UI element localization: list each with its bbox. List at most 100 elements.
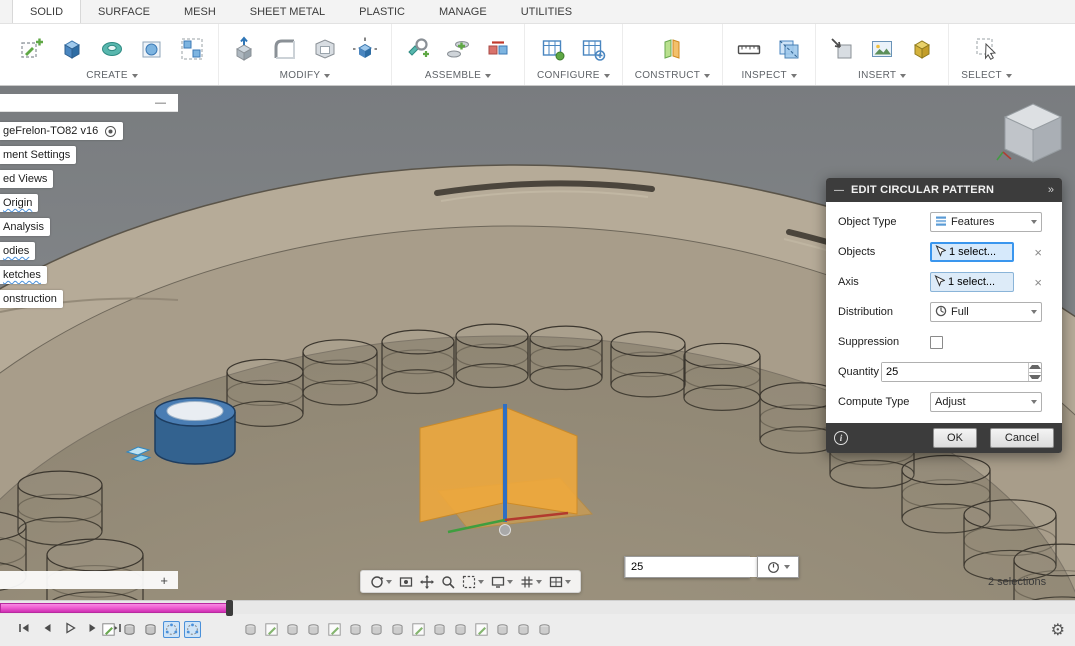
insert-menu[interactable]: INSERT bbox=[858, 68, 906, 82]
tab-plastic[interactable]: PLASTIC bbox=[342, 0, 422, 23]
create-sketch-icon[interactable] bbox=[18, 35, 46, 63]
tab-solid[interactable]: SOLID bbox=[12, 0, 81, 23]
orbit-icon[interactable] bbox=[370, 575, 392, 589]
timeline-feature-sketch[interactable] bbox=[410, 621, 427, 638]
timeline-feature-feature[interactable] bbox=[389, 621, 406, 638]
modify-menu[interactable]: MODIFY bbox=[280, 68, 331, 82]
browser-item-named-views[interactable]: ed Views bbox=[0, 170, 53, 188]
timeline-feature-sketch[interactable] bbox=[473, 621, 490, 638]
tab-utilities[interactable]: UTILITIES bbox=[504, 0, 589, 23]
primitive-icon[interactable] bbox=[138, 35, 166, 63]
axis-clear-icon[interactable]: × bbox=[1034, 276, 1042, 289]
browser-item-document-settings[interactable]: ment Settings bbox=[0, 146, 76, 164]
rectangular-pattern-icon[interactable] bbox=[178, 35, 206, 63]
timeline-feature-sketch[interactable] bbox=[100, 621, 117, 638]
quantity-increment-button[interactable] bbox=[1029, 363, 1041, 372]
view-cube[interactable] bbox=[995, 96, 1071, 172]
quantity-input[interactable] bbox=[882, 363, 1028, 381]
timeline-feature-feature[interactable] bbox=[121, 621, 138, 638]
shell-icon[interactable] bbox=[311, 35, 339, 63]
selected-cylinder-feature[interactable] bbox=[155, 398, 235, 464]
dialog-collapse-icon[interactable]: — bbox=[834, 185, 844, 196]
timeline-step-back-button[interactable] bbox=[41, 622, 53, 634]
origin-handle[interactable] bbox=[500, 525, 511, 536]
quantity-decrement-button[interactable] bbox=[1029, 372, 1041, 382]
move-copy-icon[interactable] bbox=[351, 35, 379, 63]
zoom-window-icon[interactable] bbox=[462, 575, 484, 589]
timeline-feature-pattern[interactable] bbox=[184, 621, 201, 638]
timeline-play-button[interactable] bbox=[64, 622, 76, 634]
dialog-overflow-icon[interactable]: » bbox=[1048, 184, 1054, 196]
timeline-feature-feature[interactable] bbox=[142, 621, 159, 638]
timeline-feature-pattern[interactable] bbox=[163, 621, 180, 638]
joint-icon[interactable] bbox=[444, 35, 472, 63]
timeline-feature-feature[interactable] bbox=[368, 621, 385, 638]
timeline-settings-gear-icon[interactable]: ⚙ bbox=[1051, 620, 1065, 640]
press-pull-icon[interactable] bbox=[231, 35, 259, 63]
pattern-type-dropdown[interactable] bbox=[757, 556, 799, 578]
browser-header[interactable]: — bbox=[0, 94, 178, 112]
rigid-group-icon[interactable] bbox=[484, 35, 512, 63]
timeline-feature-feature[interactable] bbox=[515, 621, 532, 638]
timeline-selection-range[interactable] bbox=[0, 603, 230, 613]
timeline-skip-start-button[interactable] bbox=[18, 622, 30, 634]
look-at-icon[interactable] bbox=[399, 575, 413, 589]
select-cursor-icon[interactable] bbox=[973, 35, 1001, 63]
browser-item-construction[interactable]: onstruction bbox=[0, 290, 63, 308]
select-menu[interactable]: SELECT bbox=[961, 68, 1012, 82]
canvas-quantity-input[interactable] bbox=[626, 557, 773, 577]
timeline-feature-feature[interactable] bbox=[452, 621, 469, 638]
timeline-feature-feature[interactable] bbox=[305, 621, 322, 638]
model-viewport[interactable]: — geFrelon-TO82 v16 ment Settings ed Vie… bbox=[0, 86, 1075, 600]
browser-item-bodies[interactable]: odies bbox=[0, 242, 35, 260]
objects-clear-icon[interactable]: × bbox=[1034, 246, 1042, 259]
timeline-step-forward-button[interactable] bbox=[87, 622, 99, 634]
revolve-icon[interactable] bbox=[98, 35, 126, 63]
timeline-feature-feature[interactable] bbox=[494, 621, 511, 638]
tab-surface[interactable]: SURFACE bbox=[81, 0, 167, 23]
cancel-button[interactable]: Cancel bbox=[990, 428, 1054, 448]
distribution-dropdown[interactable]: Full bbox=[930, 302, 1042, 322]
browser-item-document[interactable]: geFrelon-TO82 v16 bbox=[0, 122, 123, 140]
objects-selection-button[interactable]: 1 select... bbox=[930, 242, 1014, 262]
dialog-header[interactable]: — EDIT CIRCULAR PATTERN » bbox=[826, 178, 1062, 202]
construction-plane-icon[interactable] bbox=[658, 35, 686, 63]
compute-type-dropdown[interactable]: Adjust bbox=[930, 392, 1042, 412]
create-menu[interactable]: CREATE bbox=[86, 68, 138, 82]
browser-item-sketches[interactable]: ketches bbox=[0, 266, 47, 284]
timeline-feature-sketch[interactable] bbox=[326, 621, 343, 638]
timeline-feature-feature[interactable] bbox=[431, 621, 448, 638]
timeline-feature-feature[interactable] bbox=[347, 621, 364, 638]
suppression-checkbox[interactable] bbox=[930, 336, 943, 349]
browser-expand-strip[interactable]: + bbox=[0, 571, 178, 589]
pan-icon[interactable] bbox=[420, 575, 434, 589]
tab-sheet-metal[interactable]: SHEET METAL bbox=[233, 0, 342, 23]
info-icon[interactable]: i bbox=[834, 431, 848, 445]
timeline-feature-feature[interactable] bbox=[284, 621, 301, 638]
timeline-feature-feature[interactable] bbox=[242, 621, 259, 638]
browser-collapse-icon[interactable]: — bbox=[155, 97, 166, 109]
construct-menu[interactable]: CONSTRUCT bbox=[635, 68, 710, 82]
assemble-menu[interactable]: ASSEMBLE bbox=[425, 68, 491, 82]
display-settings-icon[interactable] bbox=[491, 575, 513, 589]
fillet-icon[interactable] bbox=[271, 35, 299, 63]
extrude-icon[interactable] bbox=[58, 35, 86, 63]
timeline-feature-sketch[interactable] bbox=[263, 621, 280, 638]
axis-selection-button[interactable]: 1 select... bbox=[930, 272, 1014, 292]
inspect-menu[interactable]: INSPECT bbox=[741, 68, 796, 82]
browser-item-origin[interactable]: Origin bbox=[0, 194, 38, 212]
tab-manage[interactable]: MANAGE bbox=[422, 0, 504, 23]
ok-button[interactable]: OK bbox=[933, 428, 977, 448]
insert-mesh-icon[interactable] bbox=[908, 35, 936, 63]
timeline-feature-feature[interactable] bbox=[536, 621, 553, 638]
timeline-slider-strip[interactable] bbox=[0, 600, 1075, 614]
grid-settings-icon[interactable] bbox=[520, 575, 542, 589]
viewports-icon[interactable] bbox=[549, 575, 571, 589]
new-component-icon[interactable] bbox=[404, 35, 432, 63]
activate-component-radio-icon[interactable] bbox=[104, 125, 117, 138]
timeline-marker[interactable] bbox=[226, 600, 233, 616]
insert-derive-icon[interactable] bbox=[828, 35, 856, 63]
browser-item-analysis[interactable]: Analysis bbox=[0, 218, 50, 236]
configure-icon[interactable] bbox=[539, 35, 567, 63]
section-analysis-icon[interactable] bbox=[775, 35, 803, 63]
